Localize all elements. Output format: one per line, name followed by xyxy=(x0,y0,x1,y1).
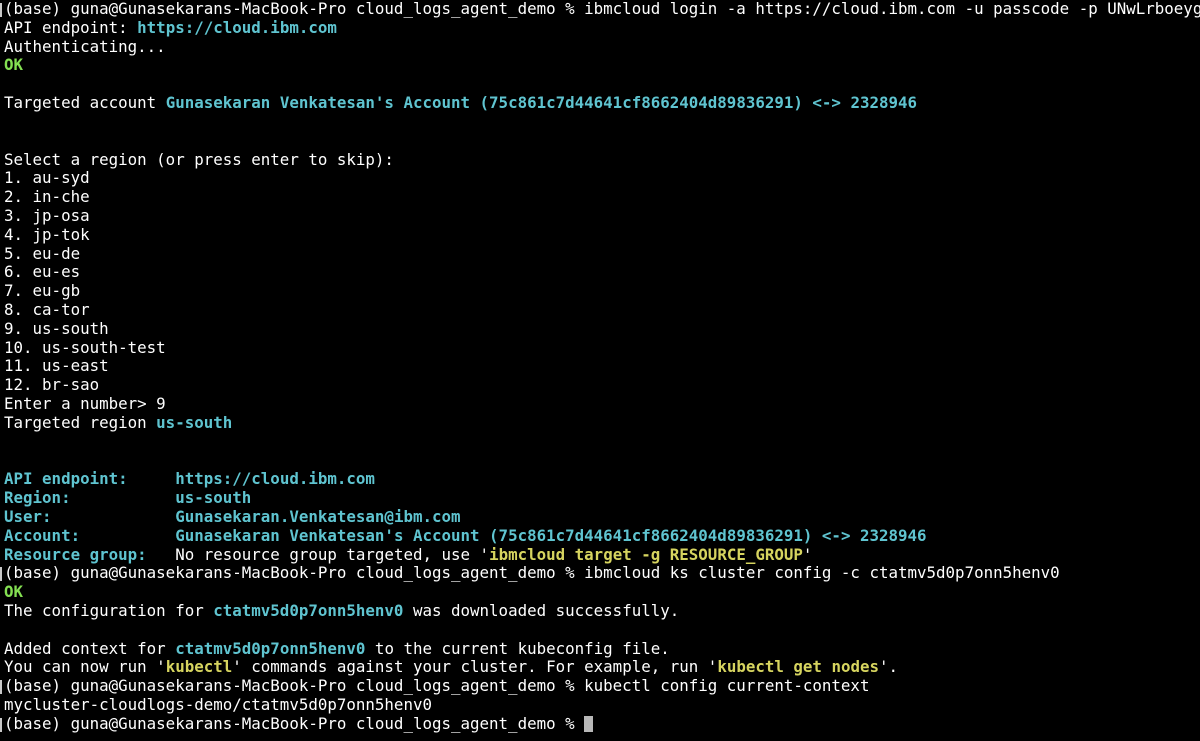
output-line: Region: us-south xyxy=(4,489,1200,508)
text-segment: mycluster-cloudlogs-demo/ctatmv5d0p7onn5… xyxy=(4,696,432,715)
output-line: Resource group: No resource group target… xyxy=(4,546,1200,565)
text-segment: to the current kubeconfig file. xyxy=(365,639,670,658)
text-segment: us-south xyxy=(156,413,233,432)
output-line: Authenticating... xyxy=(4,38,1200,57)
prompt-mark xyxy=(0,717,2,732)
text-segment: (base) guna@Gunasekarans-MacBook-Pro clo… xyxy=(4,677,870,696)
output-line: 10. us-south-test xyxy=(4,339,1200,358)
text-segment: ctatmv5d0p7onn5henv0 xyxy=(213,602,404,620)
output-line: 6. eu-es xyxy=(4,263,1200,282)
text-segment: OK xyxy=(4,56,24,75)
text-segment: 1. au-syd xyxy=(4,169,90,188)
text-segment: ibmcloud target -g RESOURCE_GROUP xyxy=(489,545,803,564)
text-segment: 3. jp-osa xyxy=(4,206,90,225)
output-line: 4. jp-tok xyxy=(4,226,1200,245)
prompt-line: (base) guna@Gunasekarans-MacBook-Pro clo… xyxy=(4,715,1200,734)
text-segment: kubectl xyxy=(165,658,233,677)
text-segment: ' commands against your cluster. For exa… xyxy=(232,658,718,677)
text-segment: Gunasekaran Venkatesan's Account (75c861… xyxy=(175,526,927,545)
output-line: Targeted account Gunasekaran Venkatesan'… xyxy=(4,94,1200,113)
output-line: 7. eu-gb xyxy=(4,282,1200,301)
text-segment: 8. ca-tor xyxy=(4,301,90,319)
output-line: 8. ca-tor xyxy=(4,301,1200,320)
text-segment: Targeted region xyxy=(4,413,157,432)
terminal-window[interactable]: (base) guna@Gunasekarans-MacBook-Pro clo… xyxy=(0,0,1200,741)
text-segment: 7. eu-gb xyxy=(4,282,81,301)
text-segment: API endpoint: xyxy=(4,18,138,37)
prompt-mark xyxy=(0,567,2,582)
output-line: OK xyxy=(4,583,1200,602)
text-segment: API endpoint: xyxy=(4,470,176,489)
prompt-mark xyxy=(0,2,2,17)
output-line: mycluster-cloudlogs-demo/ctatmv5d0p7onn5… xyxy=(4,696,1200,715)
output-line: 12. br-sao xyxy=(4,376,1200,395)
text-segment: 9. us-south xyxy=(4,319,109,338)
text-segment: OK xyxy=(4,583,24,602)
output-line: 11. us-east xyxy=(4,357,1200,376)
text-segment: Enter a number> 9 xyxy=(4,395,166,414)
text-segment: us-south xyxy=(175,489,252,508)
text-cursor xyxy=(584,715,594,732)
output-line: Targeted region us-south xyxy=(4,414,1200,433)
output-line: 2. in-che xyxy=(4,188,1200,207)
text-segment: No resource group targeted, use ' xyxy=(175,545,490,564)
output-line: 3. jp-osa xyxy=(4,207,1200,226)
output-line: User: Gunasekaran.Venkatesan@ibm.com xyxy=(4,508,1200,527)
output-line: Enter a number> 9 xyxy=(4,395,1200,414)
output-line: 1. au-syd xyxy=(4,169,1200,188)
text-segment: 6. eu-es xyxy=(4,263,81,282)
text-segment: User: xyxy=(4,507,176,526)
prompt-line: (base) guna@Gunasekarans-MacBook-Pro clo… xyxy=(4,677,1200,696)
text-segment: (base) guna@Gunasekarans-MacBook-Pro clo… xyxy=(4,564,1060,583)
prompt-line: (base) guna@Gunasekarans-MacBook-Pro clo… xyxy=(4,0,1200,19)
output-line: Added context for ctatmv5d0p7onn5henv0 t… xyxy=(4,640,1200,659)
text-segment: 4. jp-tok xyxy=(4,225,90,244)
text-segment: ctatmv5d0p7onn5henv0 xyxy=(175,639,366,658)
text-segment: Added context for xyxy=(4,639,176,658)
text-segment: (base) guna@Gunasekarans-MacBook-Pro clo… xyxy=(4,0,1200,18)
output-line: 9. us-south xyxy=(4,320,1200,339)
prompt-mark xyxy=(0,680,2,695)
text-segment: 5. eu-de xyxy=(4,244,81,263)
output-line: Select a region (or press enter to skip)… xyxy=(4,151,1200,170)
text-segment: You can now run ' xyxy=(4,658,166,677)
text-segment: Region: xyxy=(4,489,176,508)
text-segment: Gunasekaran.Venkatesan@ibm.com xyxy=(175,507,461,526)
output-line: Account: Gunasekaran Venkatesan's Accoun… xyxy=(4,527,1200,546)
text-segment: 11. us-east xyxy=(4,357,109,376)
output-line: API endpoint: https://cloud.ibm.com xyxy=(4,470,1200,489)
text-segment: Targeted account xyxy=(4,94,166,113)
text-segment: Resource group: xyxy=(4,545,176,564)
text-segment: https://cloud.ibm.com xyxy=(137,18,337,37)
output-line: API endpoint: https://cloud.ibm.com xyxy=(4,19,1200,38)
text-segment: Select a region (or press enter to skip)… xyxy=(4,150,394,169)
text-segment: Account: xyxy=(4,526,176,545)
output-line: 5. eu-de xyxy=(4,245,1200,264)
text-segment: (base) guna@Gunasekarans-MacBook-Pro clo… xyxy=(4,714,585,733)
output-line: OK xyxy=(4,56,1200,75)
text-segment: 10. us-south-test xyxy=(4,338,166,357)
text-segment: The configuration for xyxy=(4,602,214,620)
text-segment: Authenticating... xyxy=(4,37,166,56)
text-segment: '. xyxy=(879,658,899,677)
text-segment: was downloaded successfully. xyxy=(403,602,680,620)
text-segment: Gunasekaran Venkatesan's Account (75c861… xyxy=(165,94,918,113)
text-segment: ' xyxy=(802,545,813,564)
text-segment: https://cloud.ibm.com xyxy=(175,470,375,489)
output-line: You can now run 'kubectl' commands again… xyxy=(4,658,1200,677)
text-segment: 12. br-sao xyxy=(4,376,100,395)
output-line: The configuration for ctatmv5d0p7onn5hen… xyxy=(4,602,1200,621)
prompt-line: (base) guna@Gunasekarans-MacBook-Pro clo… xyxy=(4,564,1200,583)
text-segment: 2. in-che xyxy=(4,188,90,207)
text-segment: kubectl get nodes xyxy=(717,658,879,677)
